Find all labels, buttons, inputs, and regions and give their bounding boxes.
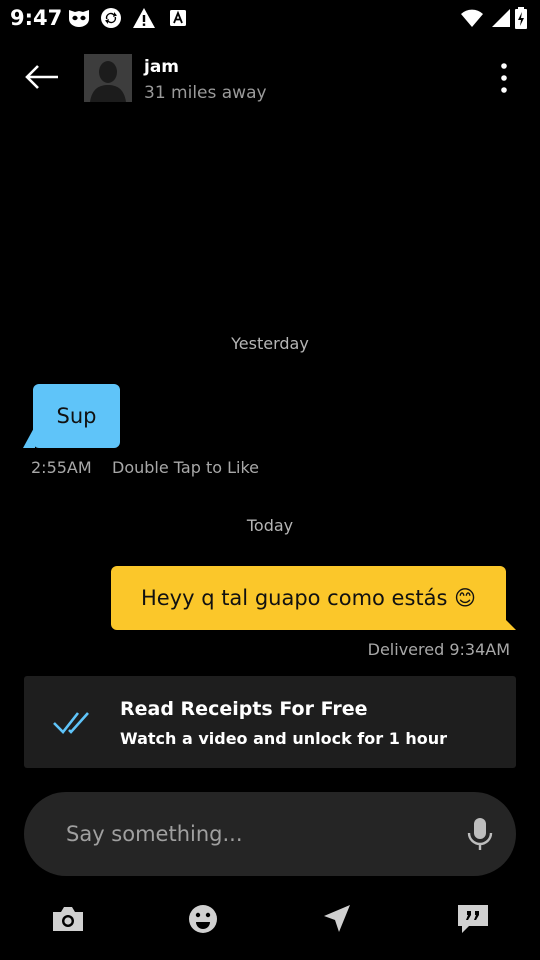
chat-header: jam 31 miles away <box>0 36 540 120</box>
microphone-icon <box>467 818 493 850</box>
incoming-message-bubble[interactable]: Sup <box>33 384 120 448</box>
back-button[interactable] <box>22 62 62 92</box>
grindr-mask-icon <box>67 7 91 29</box>
message-composer <box>24 792 516 876</box>
contact-distance: 31 miles away <box>144 83 267 103</box>
camera-button[interactable] <box>50 902 86 936</box>
read-receipts-title: Read Receipts For Free <box>120 698 368 720</box>
delivery-status: Delivered 9:34AM <box>367 640 510 659</box>
avatar[interactable] <box>84 54 132 102</box>
saved-phrases-button[interactable] <box>455 902 491 936</box>
outgoing-message-text: Heyy q tal guapo como estás 😊 <box>140 586 477 610</box>
read-receipts-banner[interactable]: Read Receipts For Free Watch a video and… <box>24 676 516 768</box>
signal-icon <box>488 7 512 29</box>
emoji-button[interactable] <box>185 902 221 936</box>
camera-icon <box>53 907 83 931</box>
more-options-button[interactable] <box>488 60 520 96</box>
sync-icon <box>99 7 123 29</box>
outgoing-message-bubble[interactable]: Heyy q tal guapo como estás 😊 <box>111 566 506 630</box>
location-icon <box>324 905 350 932</box>
warning-icon <box>132 7 156 29</box>
incoming-message-text: Sup <box>56 404 97 428</box>
date-divider-yesterday: Yesterday <box>231 334 309 353</box>
double-tap-hint: Double Tap to Like <box>112 458 259 477</box>
contact-name[interactable]: jam <box>144 57 179 77</box>
double-check-icon <box>52 708 94 736</box>
wifi-icon <box>460 7 484 29</box>
bottom-toolbar <box>0 892 540 948</box>
profile-placeholder-icon <box>84 54 132 102</box>
location-button[interactable] <box>319 902 355 936</box>
saved-phrases-icon <box>458 905 488 933</box>
status-bar: 9:47 <box>0 0 540 36</box>
microphone-button[interactable] <box>466 816 494 852</box>
battery-icon <box>512 7 530 29</box>
incoming-message-time: 2:55AM <box>31 458 92 477</box>
arrow-left-icon <box>25 65 58 89</box>
read-receipts-subtitle: Watch a video and unlock for 1 hour <box>120 729 448 748</box>
message-input[interactable] <box>66 792 446 876</box>
date-divider-today: Today <box>246 516 294 535</box>
font-icon <box>166 7 190 29</box>
more-vertical-icon <box>501 63 507 93</box>
emoji-icon <box>189 905 217 933</box>
status-time: 9:47 <box>10 6 63 30</box>
